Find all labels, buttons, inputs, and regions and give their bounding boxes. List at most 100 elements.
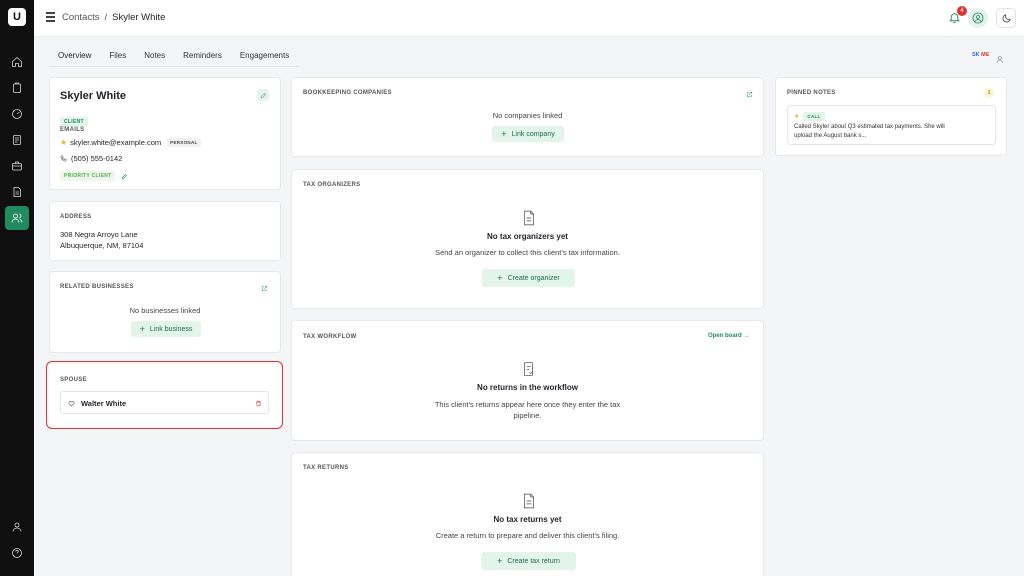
contact-name: Skyler White [60, 90, 127, 102]
tab-notes[interactable]: Notes [135, 48, 174, 67]
home-icon[interactable] [7, 52, 27, 72]
breadcrumb-separator: / [104, 12, 108, 23]
menu-toggle-icon[interactable] [46, 12, 58, 24]
phone-icon [60, 155, 67, 162]
clipboard-check-icon [522, 361, 536, 377]
edit-tags-icon[interactable] [121, 173, 128, 180]
note-type-row: ★ CALL [794, 112, 825, 121]
pinned-notes-card: PINNED NOTES 1 ★ CALL Called Skyler abou… [775, 77, 1007, 156]
tax-returns-card: TAX RETURNS No tax returns yet Create a … [291, 452, 764, 576]
contacts-icon[interactable] [5, 206, 29, 230]
viewer-initials-1: SK [972, 52, 980, 58]
workflow-desc-line-2: pipeline. [513, 411, 542, 420]
heart-icon [68, 401, 75, 407]
breadcrumb-contacts-link[interactable]: Contacts [62, 12, 100, 23]
breadcrumb: Contacts / Skyler White [62, 12, 165, 23]
spouse-name[interactable]: Walter White [81, 399, 126, 408]
theme-toggle-button[interactable] [996, 8, 1016, 28]
bookkeeping-edit-button[interactable] [743, 88, 755, 100]
note-text-line-1: Called Skyler about Q3 estimated tax pay… [794, 124, 945, 130]
note-type-badge: CALL [803, 112, 825, 121]
create-organizer-label: Create organizer [507, 274, 560, 282]
email-type-badge: PERSONAL [167, 138, 201, 147]
no-organizers-desc: Send an organizer to collect this client… [435, 248, 620, 257]
notification-count-badge: 4 [957, 6, 967, 16]
tabs-divider [49, 66, 299, 67]
contact-card: Skyler White CLIENT EMAILS ★ skyler.whit… [49, 77, 281, 190]
link-business-label: Link business [149, 325, 193, 333]
add-viewer-icon[interactable] [996, 51, 1006, 63]
create-tax-return-button[interactable]: + Create tax return [481, 552, 576, 570]
tax-organizers-label: TAX ORGANIZERS [303, 182, 361, 188]
tab-reminders[interactable]: Reminders [174, 48, 231, 67]
help-icon[interactable] [7, 543, 27, 563]
address-label: ADDRESS [60, 214, 92, 220]
client-badge: CLIENT [60, 117, 88, 127]
note-text-line-2: upload the August bank s... [794, 133, 867, 139]
tab-engagements[interactable]: Engagements [231, 48, 298, 67]
contact-type-wrap: CLIENT [60, 110, 88, 128]
no-companies-text: No companies linked [492, 111, 563, 120]
link-company-button[interactable]: + Link company [492, 126, 564, 142]
address-line-2: Albuquerque, NM, 87104 [60, 241, 144, 250]
account-avatar-button[interactable] [968, 8, 988, 28]
tags-row: PRIORITY CLIENT [60, 171, 128, 181]
create-organizer-button[interactable]: + Create organizer [482, 269, 575, 287]
file-text-icon[interactable] [7, 182, 27, 202]
tax-workflow-card: TAX WORKFLOW Open board → No returns in … [291, 320, 764, 441]
open-board-link[interactable]: Open board → [708, 333, 749, 339]
external-link-icon [261, 285, 267, 291]
link-business-edit-button[interactable] [258, 282, 270, 294]
briefcase-icon[interactable] [7, 156, 27, 176]
star-icon[interactable]: ★ [60, 138, 67, 147]
plus-icon: + [501, 128, 507, 139]
related-businesses-label: RELATED BUSINESSES [60, 284, 134, 290]
related-businesses-card: RELATED BUSINESSES No businesses linked … [49, 271, 281, 353]
tax-returns-label: TAX RETURNS [303, 465, 349, 471]
tax-workflow-label: TAX WORKFLOW [303, 334, 357, 340]
moon-icon [1002, 13, 1011, 22]
document-icon[interactable] [7, 130, 27, 150]
no-tax-returns-title: No tax returns yet [493, 515, 562, 524]
no-tax-returns-desc: Create a return to prepare and deliver t… [435, 531, 620, 540]
link-business-button[interactable]: + Link business [131, 321, 201, 337]
notifications-button[interactable]: 4 [948, 6, 967, 25]
trash-icon[interactable] [255, 400, 262, 407]
phone-row: (505) 555-0142 [60, 154, 122, 163]
address-card: ADDRESS 308 Negra Arroyo Lane Albuquerqu… [49, 201, 281, 261]
link-company-label: Link company [511, 130, 555, 138]
user-circle-icon [972, 12, 984, 24]
email-row: ★ skyler.white@example.com PERSONAL [60, 138, 201, 147]
spouse-label: SPOUSE [60, 377, 87, 383]
plus-icon: + [497, 272, 503, 283]
breadcrumb-current: Skyler White [112, 12, 166, 23]
plus-icon: + [497, 555, 503, 566]
tab-overview[interactable]: Overview [49, 48, 101, 67]
plus-icon: + [139, 323, 145, 334]
document-icon [522, 210, 536, 226]
bookkeeping-label: BOOKKEEPING COMPANIES [303, 90, 392, 96]
clipboard-icon[interactable] [7, 78, 27, 98]
email-address[interactable]: skyler.white@example.com [70, 138, 161, 147]
app-logo[interactable]: U [8, 8, 26, 26]
left-nav-rail: U [0, 0, 34, 576]
pinned-notes-label: PINNED NOTES [787, 90, 836, 96]
top-bar: Contacts / Skyler White 4 [34, 0, 1024, 37]
address-line-1: 308 Negra Arroyo Lane [60, 230, 138, 239]
edit-contact-button[interactable] [257, 89, 269, 101]
spouse-row[interactable]: Walter White [60, 391, 269, 414]
create-tax-return-label: Create tax return [507, 557, 560, 565]
gauge-icon[interactable] [7, 104, 27, 124]
edit-icon [260, 92, 266, 98]
user-profile-icon[interactable] [7, 517, 27, 537]
emails-label: EMAILS [60, 127, 85, 133]
no-organizers-title: No tax organizers yet [487, 232, 568, 241]
contact-tabs: Overview Files Notes Reminders Engagemen… [49, 48, 298, 67]
pin-icon: ★ [794, 114, 800, 120]
phone-number[interactable]: (505) 555-0142 [71, 154, 122, 163]
pinned-note-item[interactable]: ★ CALL Called Skyler about Q3 estimated … [787, 105, 996, 145]
spouse-card: SPOUSE Walter White [49, 364, 281, 426]
tab-files[interactable]: Files [100, 48, 135, 67]
viewer-initials-2: ME [981, 52, 990, 58]
external-link-icon [746, 91, 752, 97]
